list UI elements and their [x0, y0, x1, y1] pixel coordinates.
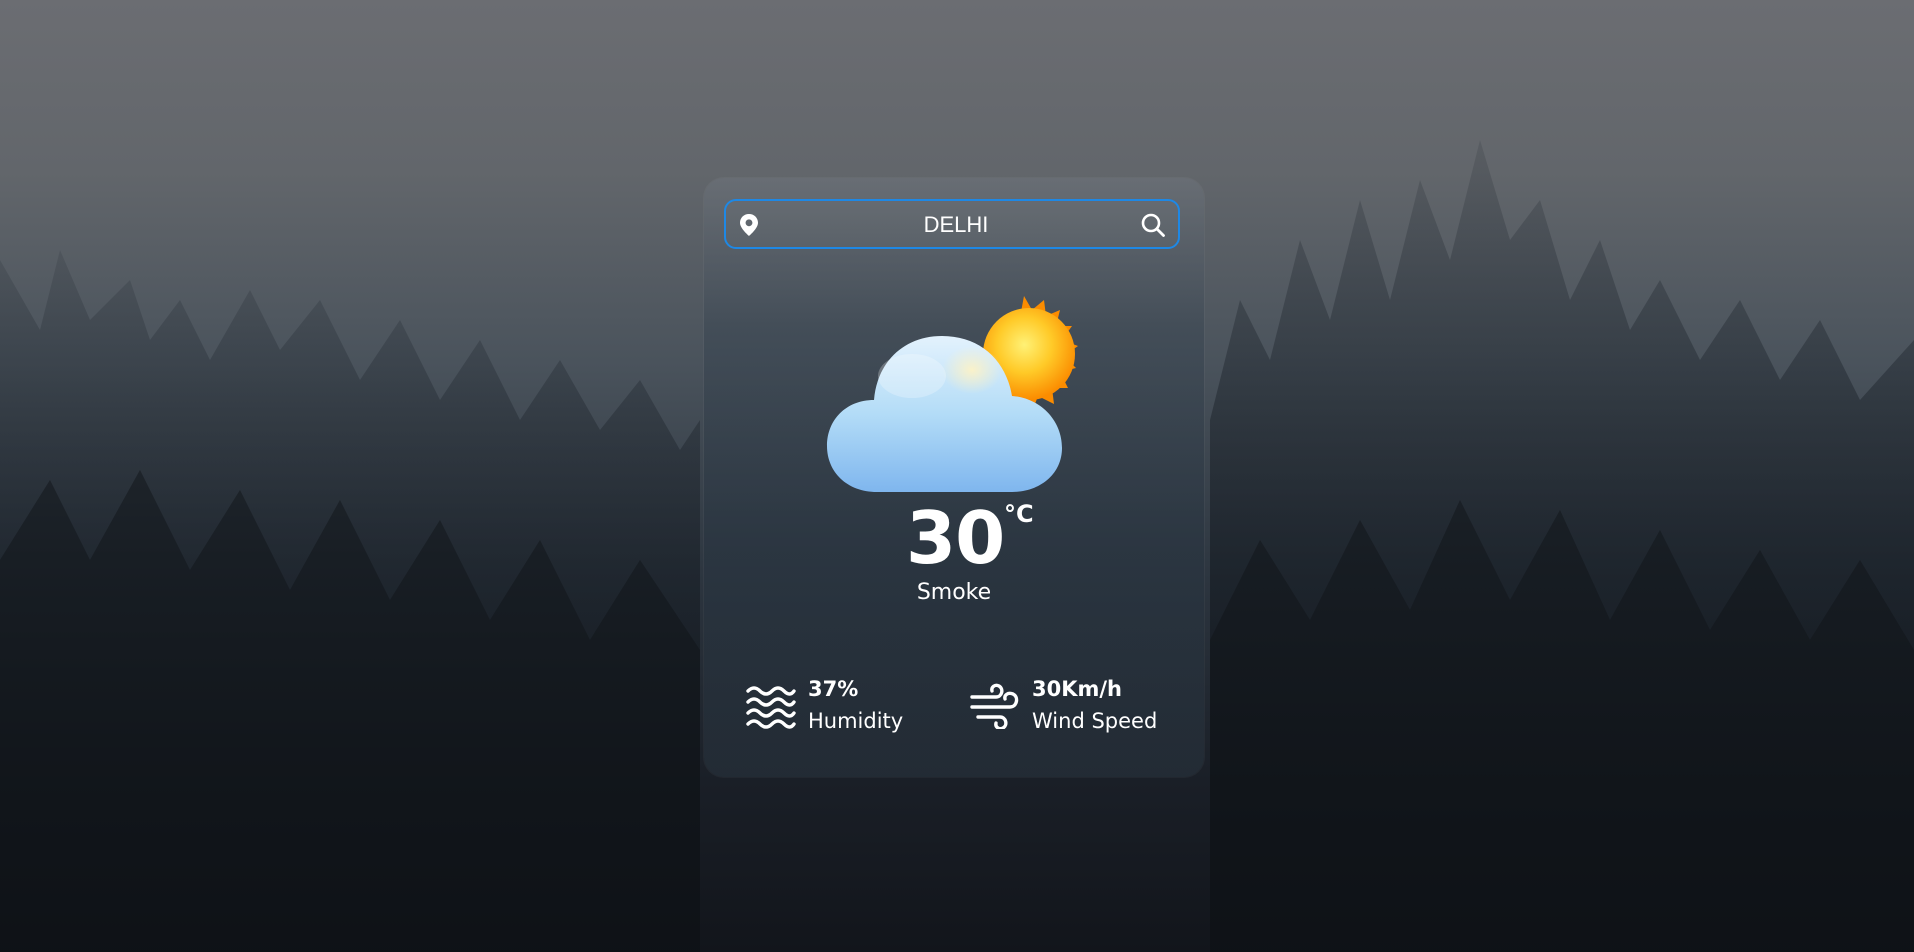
weather-description: Smoke	[916, 580, 992, 605]
sun-behind-cloud-icon	[827, 296, 1078, 492]
wind-stat: 30Km/h Wind Speed	[970, 673, 1190, 743]
humidity-stat: 37% Humidity	[746, 673, 946, 743]
wind-speed-label: Wind Speed	[1032, 709, 1158, 733]
wind-icon	[970, 683, 1019, 729]
city-search-input[interactable]	[774, 201, 1138, 249]
wind-speed-value: 30Km/h	[1032, 677, 1122, 701]
temperature-value: 30	[906, 496, 1005, 580]
map-pin-icon	[740, 214, 758, 236]
search-icon[interactable]	[1140, 212, 1166, 238]
weather-card: 30 °C Smoke 37% Humidity 30Km/h Wind Spe…	[704, 178, 1204, 777]
search-bar	[724, 199, 1180, 249]
waves-icon	[746, 686, 796, 729]
humidity-value: 37%	[808, 677, 859, 701]
temperature-display: 30 °C	[704, 498, 1204, 578]
humidity-label: Humidity	[808, 709, 904, 733]
temperature-unit: °C	[1004, 500, 1034, 528]
